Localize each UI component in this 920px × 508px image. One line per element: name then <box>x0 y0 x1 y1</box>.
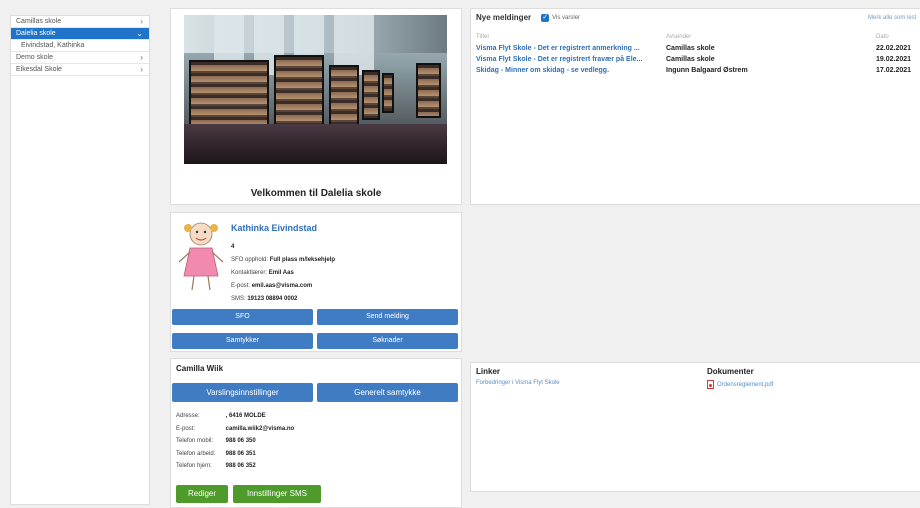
table-header: Tittel Avsender Dato <box>476 32 920 43</box>
mobile-value: 988 06 350 <box>225 438 256 444</box>
links-heading: Linker <box>476 367 501 376</box>
sidebar-item-eikesdal-skole[interactable]: Eikesdal Skole › <box>11 64 149 76</box>
chevron-right-icon: › <box>140 53 143 62</box>
school-sidebar: Camillas skole › Dalelia skole ⌄ Eivinds… <box>10 15 150 505</box>
school-library-photo <box>184 15 447 164</box>
edit-button[interactable]: Rediger <box>176 485 228 503</box>
email-label: E-post: <box>231 283 251 289</box>
email-value: camilla.wiik2@visma.no <box>225 425 295 432</box>
address-value: , 6416 MOLDE <box>225 413 266 419</box>
checkmark-icon: ✓ <box>541 13 550 22</box>
mark-all-read-link[interactable]: Merk alle som lest <box>868 15 916 21</box>
message-date: 22.02.2021 <box>876 45 912 52</box>
messages-title: Nye meldinger <box>476 13 532 22</box>
sidebar-item-label: Eikesdal Skole <box>16 66 62 73</box>
show-alerts-checkbox[interactable]: ✓ Vis varsler <box>541 13 581 22</box>
parent-card: Camilla Wiik Varslingsinnstillinger Gene… <box>170 358 462 508</box>
document-link[interactable]: Ordensreglement.pdf <box>707 380 773 389</box>
sidebar-item-camillas-skole[interactable]: Camillas skole › <box>11 16 149 28</box>
message-title[interactable]: Skidag - Minner om skidag - se vedlegg. <box>476 65 666 76</box>
chevron-right-icon: › <box>140 65 143 74</box>
message-sender: Camillas skole <box>666 45 715 52</box>
sidebar-item-label: Dalelia skole <box>16 30 56 37</box>
show-alerts-label: Vis varsler <box>552 14 581 21</box>
table-row[interactable]: Visma Flyt Skole - Det er registrert anm… <box>476 43 920 54</box>
documents-heading: Dokumenter <box>707 367 754 376</box>
chevron-right-icon: › <box>140 17 143 26</box>
work-phone-label: Telefon arbeid: <box>176 450 216 457</box>
mobile-label: Telefon mobil: <box>176 438 214 444</box>
student-avatar-icon <box>178 222 224 291</box>
consents-button[interactable]: Samtykker <box>172 333 313 349</box>
general-consent-button[interactable]: Generelt samtykke <box>317 383 458 402</box>
address-label: Adresse: <box>176 413 200 419</box>
messages-table: Tittel Avsender Dato Visma Flyt Skole - … <box>476 32 920 76</box>
sidebar-item-student[interactable]: Eivindstad, Kathinka <box>11 40 149 52</box>
school-welcome-card: Velkommen til Dalelia skole <box>170 8 462 205</box>
alert-settings-button[interactable]: Varslingsinnstillinger <box>172 383 313 402</box>
sfo-value: Full plass m/leksehjelp <box>269 257 336 263</box>
pdf-icon <box>707 380 714 389</box>
col-title-header: Tittel <box>476 34 489 40</box>
email-value: emil.aas@visma.com <box>251 283 313 289</box>
message-sender: Camillas skole <box>666 56 715 63</box>
sms-settings-button[interactable]: Innstillinger SMS <box>233 485 321 503</box>
sfo-button[interactable]: SFO <box>172 309 313 325</box>
sms-label: SMS: <box>231 296 246 302</box>
student-card: Kathinka Eivindstad 4 SFO opphold: Full … <box>170 212 462 352</box>
sidebar-item-dalelia-skole[interactable]: Dalelia skole ⌄ <box>11 28 149 40</box>
sms-value: 19123 08894 0002 <box>247 296 298 302</box>
table-row[interactable]: Visma Flyt Skole - Det er registrert fra… <box>476 54 920 65</box>
messages-card: Nye meldinger ✓ Vis varsler Merk alle so… <box>470 8 920 205</box>
sidebar-item-label: Eivindstad, Kathinka <box>21 42 85 49</box>
home-phone-label: Telefon hjem: <box>176 463 212 469</box>
parent-info: Adresse: , 6416 MOLDE E-post: camilla.wi… <box>176 410 294 473</box>
message-title[interactable]: Visma Flyt Skole - Det er registrert fra… <box>476 54 666 65</box>
col-date-header: Dato <box>876 34 889 40</box>
parent-name: Camilla Wiik <box>176 364 224 373</box>
message-title[interactable]: Visma Flyt Skole - Det er registrert anm… <box>476 43 666 54</box>
table-row[interactable]: Skidag - Minner om skidag - se vedlegg. … <box>476 65 920 76</box>
sfo-label: SFO opphold: <box>231 257 269 263</box>
applications-button[interactable]: Søknader <box>317 333 458 349</box>
links-documents-card: Linker Forbedringer i Visma Flyt Skole D… <box>470 362 920 492</box>
col-sender-header: Avsender <box>666 34 692 40</box>
sidebar-item-label: Demo skole <box>16 54 53 61</box>
message-sender: Ingunn Balgaard Østrem <box>666 67 748 74</box>
student-info: 4 SFO opphold: Full plass m/leksehjelp K… <box>231 241 335 306</box>
email-label: E-post: <box>176 425 196 432</box>
send-message-button[interactable]: Send melding <box>317 309 458 325</box>
sidebar-item-demo-skole[interactable]: Demo skole › <box>11 52 149 64</box>
message-date: 19.02.2021 <box>876 56 912 63</box>
student-grade: 4 <box>231 244 235 250</box>
chevron-down-icon: ⌄ <box>136 29 143 38</box>
home-phone-value: 988 06 352 <box>225 463 256 469</box>
student-name[interactable]: Kathinka Eivindstad <box>231 223 317 233</box>
contact-teacher-label: Kontaktlærer: <box>231 270 268 276</box>
improvements-link[interactable]: Forbedringer i Visma Flyt Skole <box>476 380 560 386</box>
sidebar-item-label: Camillas skole <box>16 18 62 25</box>
welcome-heading: Velkommen til Dalelia skole <box>250 188 382 199</box>
document-name: Ordensreglement.pdf <box>717 381 774 388</box>
message-date: 17.02.2021 <box>876 67 912 74</box>
contact-teacher-value: Emil Aas <box>268 270 294 276</box>
work-phone-value: 988 06 351 <box>225 450 256 457</box>
